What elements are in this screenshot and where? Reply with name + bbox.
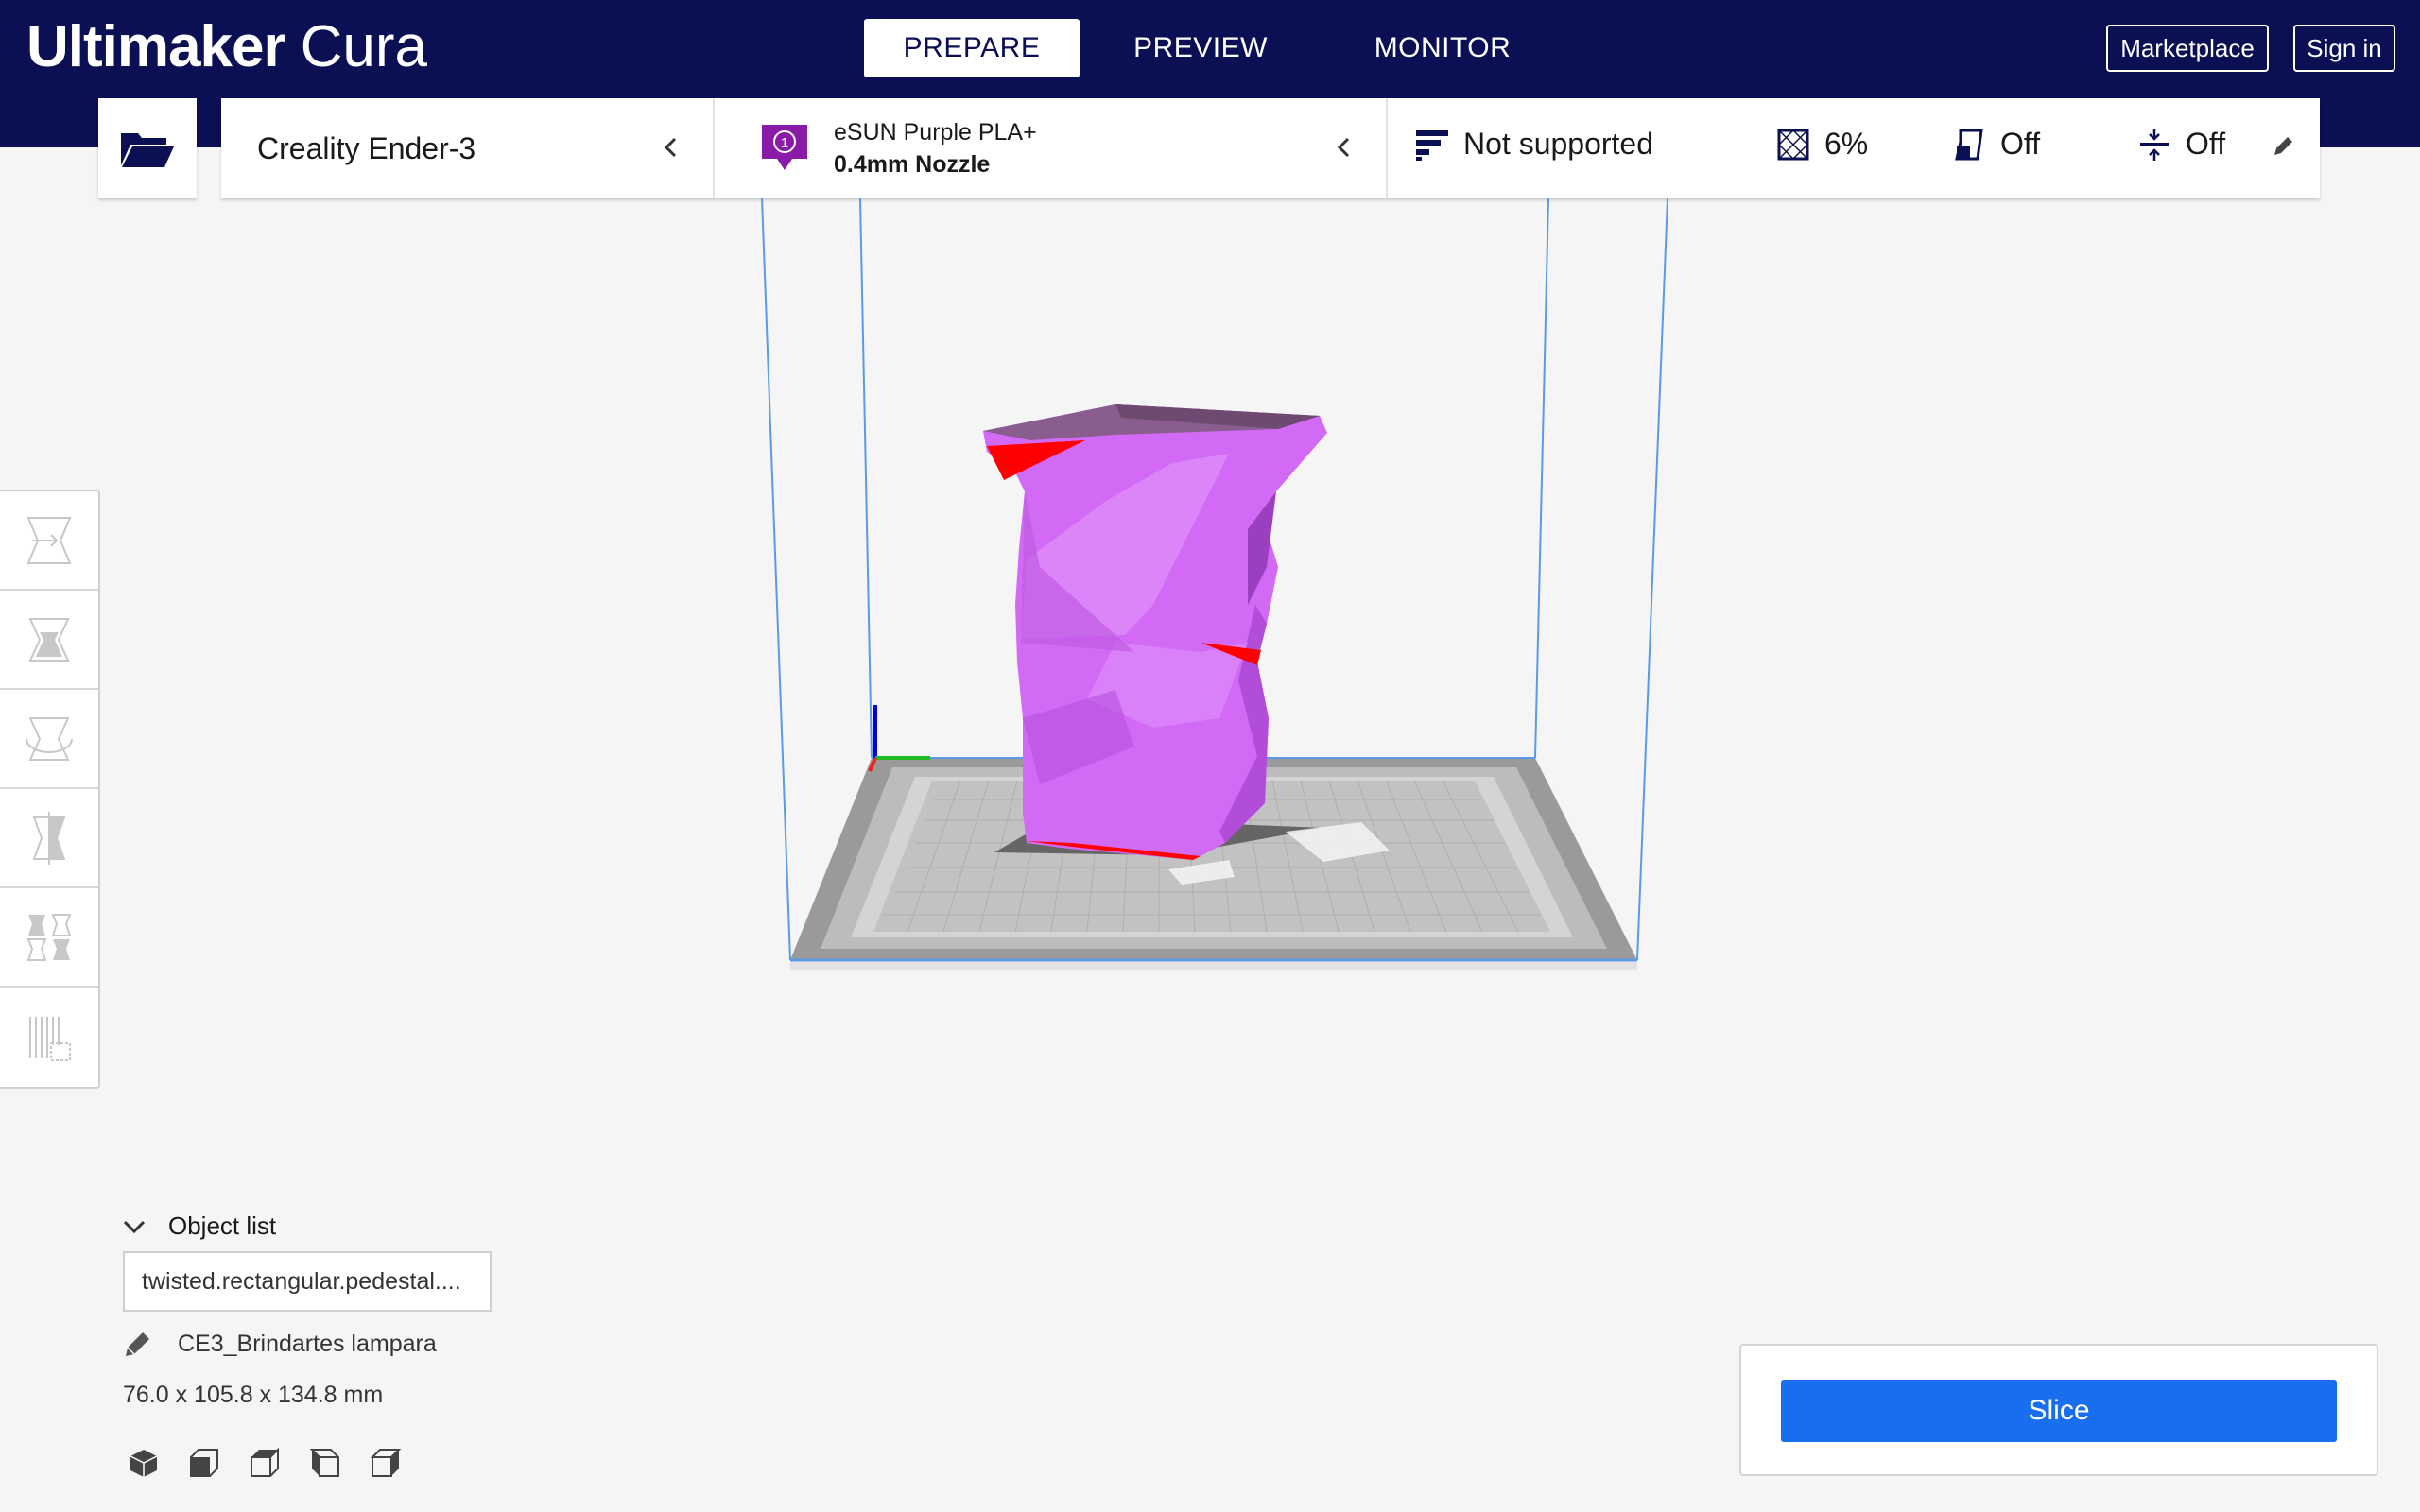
model-dimensions: 76.0 x 105.8 x 134.8 mm — [123, 1382, 384, 1408]
printer-name: Creality Ender-3 — [257, 130, 476, 165]
extruder-badge-icon: 1 — [762, 125, 807, 170]
logo-product: Cura — [300, 14, 427, 79]
view-3d-button[interactable] — [129, 1444, 189, 1482]
per-model-settings-icon — [26, 913, 72, 961]
view-right-button[interactable] — [371, 1444, 431, 1482]
object-list-label: Object list — [168, 1211, 277, 1240]
mirror-tool-button[interactable] — [0, 789, 98, 888]
scale-tool-button[interactable] — [0, 591, 98, 690]
profile-setting: Not supported — [1416, 127, 1653, 162]
tab-preview[interactable]: PREVIEW — [1080, 19, 1322, 77]
cube-top-icon — [251, 1448, 279, 1477]
print-settings-selector[interactable]: Not supported 6% Off Off — [1388, 98, 2320, 198]
tab-prepare[interactable]: PREPARE — [864, 19, 1080, 77]
logo-brand: Ultimaker — [26, 14, 286, 79]
infill-value: 6% — [1824, 127, 1869, 161]
scale-icon — [28, 617, 70, 662]
camera-view-buttons — [129, 1444, 431, 1482]
stage-tabs: PREPARE PREVIEW MONITOR — [864, 19, 1564, 77]
move-tool-button[interactable] — [0, 491, 98, 591]
cube-left-icon — [310, 1449, 339, 1477]
marketplace-button[interactable]: Marketplace — [2106, 25, 2269, 72]
extruder-number: 1 — [781, 135, 788, 151]
chevron-down-icon — [123, 1220, 146, 1233]
3d-viewport[interactable] — [0, 198, 2420, 1512]
chevron-left-icon — [664, 137, 677, 158]
support-value: Off — [2000, 127, 2041, 161]
job-name-row: CE3_Brindartes lampara — [123, 1329, 437, 1359]
tool-panel — [0, 490, 100, 1089]
cube-front-icon — [190, 1449, 218, 1477]
tab-monitor[interactable]: MONITOR — [1322, 19, 1564, 77]
app-logo: Ultimaker Cura — [26, 13, 427, 81]
material-name: eSUN Purple PLA+ — [834, 119, 1037, 146]
object-list-item[interactable]: twisted.rectangular.pedestal.... — [123, 1251, 492, 1312]
support-setting: Off — [1953, 127, 2040, 162]
profile-bars-icon — [1416, 129, 1448, 161]
folder-open-icon — [121, 133, 174, 167]
adhesion-value: Off — [2186, 127, 2226, 161]
print-setup-toolbar: Creality Ender-3 1 eSUN Purple PLA+ 0.4m… — [221, 98, 2320, 198]
adhesion-setting: Off — [2138, 127, 2225, 162]
adhesion-icon — [2140, 128, 2169, 161]
job-name: CE3_Brindartes lampara — [178, 1330, 437, 1357]
sign-in-button[interactable]: Sign in — [2293, 25, 2395, 72]
support-blocker-icon — [29, 1016, 71, 1061]
open-file-button[interactable] — [98, 98, 197, 198]
rotate-tool-button[interactable] — [0, 690, 98, 789]
mirror-icon — [32, 811, 66, 865]
edit-pencil-icon[interactable] — [123, 1329, 153, 1359]
move-icon — [26, 516, 72, 564]
slice-panel: Slice — [1739, 1344, 2378, 1476]
view-left-button[interactable] — [310, 1444, 371, 1482]
chevron-left-icon — [1337, 137, 1350, 158]
slice-button[interactable]: Slice — [1781, 1380, 2337, 1442]
profile-value: Not supported — [1463, 127, 1654, 161]
support-icon — [1955, 129, 1983, 160]
infill-setting: 6% — [1777, 127, 1868, 162]
object-list-toggle[interactable]: Object list — [121, 1211, 276, 1241]
nozzle-size: 0.4mm Nozzle — [834, 151, 991, 178]
cube-3d-icon — [130, 1450, 158, 1477]
material-selector[interactable]: 1 eSUN Purple PLA+ 0.4mm Nozzle — [715, 98, 1388, 198]
edit-pencil-icon[interactable] — [2271, 134, 2295, 159]
printer-selector[interactable]: Creality Ender-3 — [221, 98, 715, 198]
view-front-button[interactable] — [189, 1444, 250, 1482]
per-model-settings-button[interactable] — [0, 888, 98, 988]
support-blocker-button[interactable] — [0, 988, 98, 1087]
rotate-icon — [26, 716, 73, 761]
infill-icon — [1777, 129, 1809, 160]
cube-right-icon — [371, 1449, 401, 1477]
view-top-button[interactable] — [250, 1444, 310, 1482]
